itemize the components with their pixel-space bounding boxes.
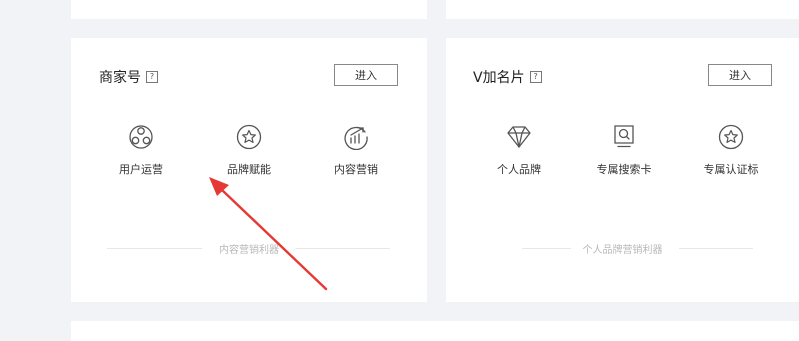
vcard-card-title: V加名片 ? [473,67,542,87]
merchant-card: 商家号 ? 进入 用户运营 品牌赋能 内容营销 内容营销利器 [71,38,427,302]
feature-brand-empowerment[interactable]: 品牌赋能 [204,124,294,177]
footer-tagline: 内容营销利器 [219,245,279,256]
feature-user-operation[interactable]: 用户运营 [96,124,186,177]
merchant-card-footer: 内容营销利器 [71,241,427,256]
star-badge-icon [718,124,744,150]
merchant-card-title: 商家号 ? [99,67,158,87]
search-card-icon [614,125,634,148]
help-icon[interactable]: ? [146,71,158,83]
feature-label: 用户运营 [119,163,163,176]
vcard-card-footer: 个人品牌营销利器 [446,241,799,256]
diamond-icon [507,126,531,148]
vcard-card-title-text: V加名片 [473,70,525,86]
star-badge-icon [236,124,262,150]
feature-label: 专属搜索卡 [596,163,652,176]
merchant-enter-button[interactable]: 进入 [334,64,398,86]
card-bottom [71,321,799,341]
card-top-left [71,0,427,19]
vcard-card: V加名片 ? 进入 个人品牌 专属搜索卡 专属认证标 个人品牌营销利器 [446,38,799,302]
feature-label: 内容营销 [334,163,378,176]
feature-exclusive-search-card[interactable]: 专属搜索卡 [579,124,669,177]
user-group-icon [129,125,153,149]
feature-label: 专属认证标 [703,163,759,176]
feature-content-marketing[interactable]: 内容营销 [311,124,401,177]
feature-label: 品牌赋能 [227,163,271,176]
footer-tagline: 个人品牌营销利器 [582,245,663,256]
card-top-right [446,0,799,19]
growth-chart-icon [344,126,368,150]
feature-label: 个人品牌 [497,163,541,176]
merchant-card-title-text: 商家号 [99,70,141,86]
vcard-enter-button[interactable]: 进入 [708,64,772,86]
help-icon[interactable]: ? [529,71,542,83]
feature-exclusive-certification[interactable]: 专属认证标 [686,124,776,177]
feature-personal-brand[interactable]: 个人品牌 [474,124,564,177]
